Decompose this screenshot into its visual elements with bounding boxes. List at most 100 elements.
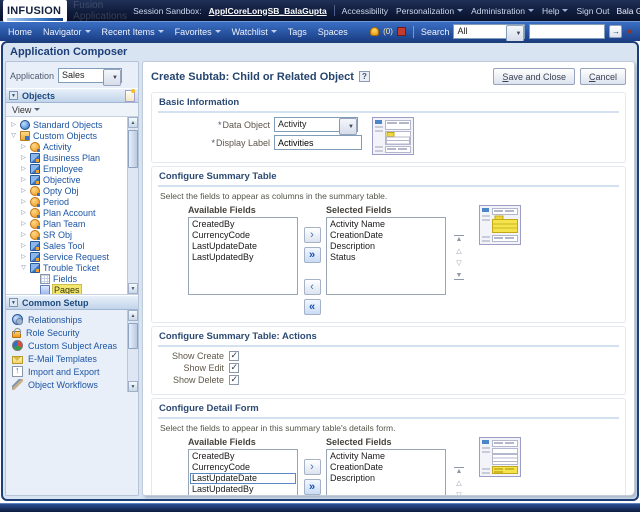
view-menu-button[interactable]: View	[6, 103, 138, 117]
tree-item[interactable]: Trouble Ticket	[6, 262, 127, 273]
expand-arrow-icon[interactable]	[20, 231, 27, 238]
list-item[interactable]: CreatedBy	[190, 451, 296, 462]
checkbox[interactable]	[229, 363, 239, 373]
expand-arrow-icon[interactable]	[20, 209, 27, 216]
common-setup-item[interactable]: E-Mail Templates	[6, 352, 127, 365]
chevron-down-icon[interactable]: ▼	[506, 25, 524, 42]
detail-selected-fields-list[interactable]: Activity NameCreationDateDescription	[326, 449, 446, 496]
chevron-down-icon[interactable]: ▼	[339, 118, 357, 135]
move-to-bottom-icon[interactable]	[454, 272, 464, 280]
remove-selected-button[interactable]	[304, 279, 321, 295]
move-selected-button[interactable]	[304, 227, 321, 243]
tree-item[interactable]: SR Obj	[6, 229, 127, 240]
nav-item[interactable]: Navigator	[43, 27, 91, 37]
list-item[interactable]: CurrencyCode	[190, 462, 296, 473]
nav-item[interactable]: Spaces	[318, 27, 348, 37]
tree-item[interactable]: Activity	[6, 141, 127, 152]
list-item[interactable]: Activity Name	[328, 451, 444, 462]
cancel-button[interactable]: Cancel	[580, 68, 626, 85]
scroll-up-icon[interactable]: ▲	[128, 310, 138, 321]
expand-arrow-icon[interactable]	[20, 198, 27, 205]
expand-arrow-icon[interactable]	[20, 264, 27, 271]
chevron-down-icon[interactable]: ▼	[103, 69, 121, 86]
tree-item[interactable]: Plan Account	[6, 207, 127, 218]
search-go-button[interactable]: →	[609, 25, 622, 38]
nav-item[interactable]: Home	[8, 27, 32, 37]
tree-item[interactable]: Plan Team	[6, 218, 127, 229]
expand-arrow-icon[interactable]	[20, 187, 27, 194]
expand-arrow-icon[interactable]	[20, 165, 27, 172]
detail-available-fields-list[interactable]: CreatedByCurrencyCodeLastUpdateDateLastU…	[188, 449, 298, 496]
scroll-down-icon[interactable]: ▼	[128, 283, 138, 294]
move-all-button[interactable]	[304, 247, 321, 263]
header-link[interactable]: Sign Out	[576, 6, 609, 16]
list-item[interactable]: CurrencyCode	[190, 230, 296, 241]
tree-item[interactable]: Business Plan	[6, 152, 127, 163]
help-icon[interactable]: ?	[359, 71, 370, 82]
list-item[interactable]: LastUpdateDate	[190, 473, 296, 484]
scrollbar-track[interactable]	[128, 128, 138, 283]
objects-panel-header[interactable]: ▼ Objects	[6, 88, 138, 103]
tree-item[interactable]: Opty Obj	[6, 185, 127, 196]
list-item[interactable]: Description	[328, 241, 444, 252]
header-link[interactable]: Help	[542, 6, 568, 16]
notifications-bell-icon[interactable]	[370, 27, 379, 36]
list-item[interactable]: Description	[328, 473, 444, 484]
header-link[interactable]: Accessibility	[342, 6, 388, 16]
expand-arrow-icon[interactable]	[20, 143, 27, 150]
nav-item[interactable]: Favorites	[175, 27, 221, 37]
tree-item[interactable]: Fields	[6, 273, 127, 284]
tree-item[interactable]: Employee	[6, 163, 127, 174]
save-and-close-button[interactable]: Save and Close	[493, 68, 575, 85]
expand-arrow-icon[interactable]	[10, 132, 17, 139]
header-link[interactable]: Personalization	[396, 6, 463, 16]
header-link[interactable]: Administration	[471, 6, 534, 16]
list-item[interactable]: CreationDate	[328, 462, 444, 473]
collapse-icon[interactable]: ▼	[9, 91, 18, 100]
list-item[interactable]: Activity Name	[328, 219, 444, 230]
scrollbar-thumb[interactable]	[128, 130, 138, 168]
common-setup-item[interactable]: Import and Export	[6, 365, 127, 378]
tree-item[interactable]: Pages	[6, 284, 127, 294]
list-item[interactable]: Status	[328, 252, 444, 263]
collapse-icon[interactable]: ▼	[9, 298, 18, 307]
checkbox[interactable]	[229, 351, 239, 361]
move-up-icon[interactable]	[454, 248, 464, 255]
tree-item[interactable]: Standard Objects	[6, 119, 127, 130]
scroll-down-icon[interactable]: ▼	[128, 381, 138, 392]
list-item[interactable]: LastUpdateDate	[190, 241, 296, 252]
common-setup-item[interactable]: Object Workflows	[6, 378, 127, 391]
list-item[interactable]: LastUpdatedBy	[190, 484, 296, 495]
move-all-button[interactable]	[304, 479, 321, 495]
tree-item[interactable]: Custom Objects	[6, 130, 127, 141]
create-object-icon[interactable]	[125, 90, 135, 102]
move-to-top-icon[interactable]	[454, 467, 464, 475]
move-to-top-icon[interactable]	[454, 235, 464, 243]
summary-selected-fields-list[interactable]: Activity NameCreationDateDescriptionStat…	[326, 217, 446, 295]
tree-item[interactable]: Period	[6, 196, 127, 207]
summary-available-fields-list[interactable]: CreatedByCurrencyCodeLastUpdateDateLastU…	[188, 217, 298, 295]
flag-icon[interactable]	[397, 27, 406, 36]
move-down-icon[interactable]	[454, 260, 464, 267]
list-item[interactable]: CreationDate	[328, 230, 444, 241]
common-setup-item[interactable]: Role Security	[6, 326, 127, 339]
display-label-input[interactable]	[274, 135, 362, 150]
move-down-icon[interactable]	[454, 492, 464, 496]
session-sandbox-link[interactable]: ApplCoreLongSB_BalaGupta	[209, 6, 327, 16]
expand-arrow-icon[interactable]	[20, 242, 27, 249]
nav-item[interactable]: Recent Items	[102, 27, 164, 37]
expand-arrow-icon[interactable]	[20, 154, 27, 161]
tree-item[interactable]: Service Request	[6, 251, 127, 262]
nav-item[interactable]: Tags	[288, 27, 307, 37]
application-select[interactable]: Sales ▼	[58, 68, 122, 83]
tree-item[interactable]: Sales Tool	[6, 240, 127, 251]
expand-arrow-icon[interactable]	[20, 220, 27, 227]
expand-arrow-icon[interactable]	[10, 121, 17, 128]
common-setup-scrollbar[interactable]: ▲ ▼	[127, 310, 138, 392]
expand-arrow-icon[interactable]	[20, 176, 27, 183]
data-object-select[interactable]: Activity ▼	[274, 117, 358, 132]
list-item[interactable]: CreatedBy	[190, 219, 296, 230]
scrollbar-track[interactable]	[128, 321, 138, 381]
scrollbar-thumb[interactable]	[128, 323, 138, 349]
checkbox[interactable]	[229, 375, 239, 385]
